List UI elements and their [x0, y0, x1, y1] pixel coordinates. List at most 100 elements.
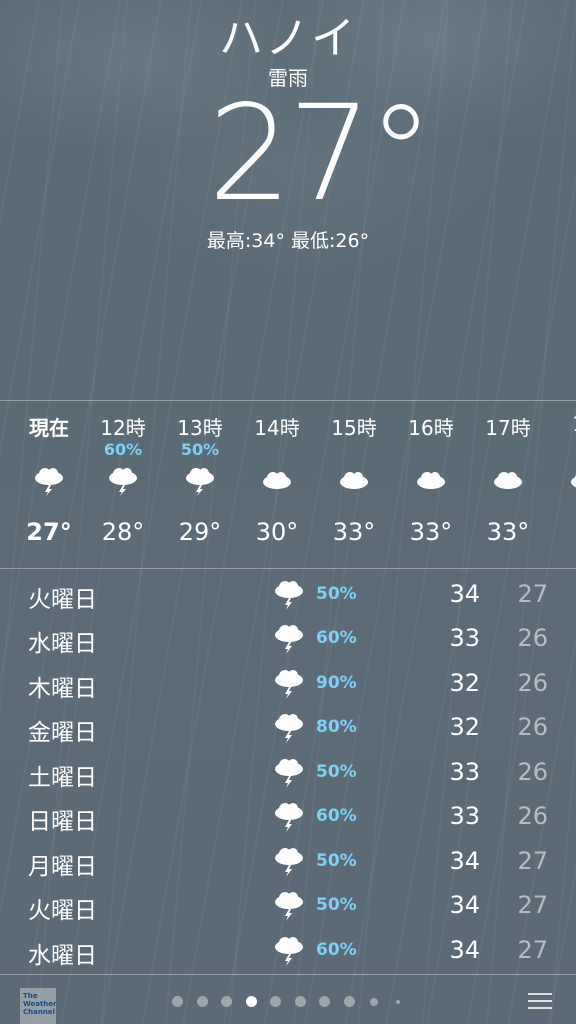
day-precipitation: 60% [316, 940, 357, 960]
page-dot[interactable] [270, 996, 281, 1007]
day-low: 27 [517, 891, 548, 919]
day-low: 27 [517, 580, 548, 608]
day-name: 日曜日 [28, 809, 97, 835]
page-dot[interactable] [221, 996, 232, 1007]
daily-row: 火曜日 50% 34 27 [0, 883, 576, 927]
day-low: 26 [517, 713, 548, 741]
daily-row: 木曜日 90% 32 26 [0, 661, 576, 705]
day-name: 水曜日 [28, 943, 97, 969]
page-dot[interactable] [197, 996, 208, 1007]
city-name: ハノイ [219, 13, 357, 64]
thunderstorm-icon [272, 667, 306, 703]
thunderstorm-icon [272, 845, 306, 881]
day-low: 26 [517, 758, 548, 786]
day-name: 水曜日 [28, 631, 97, 657]
hour-time: 現在 [29, 416, 69, 440]
hour-temperature: 28° [101, 518, 145, 546]
hourly-item: 16時 33° [392, 400, 470, 568]
hourly-item: 12時 60% 28° [84, 400, 162, 568]
hourly-item: 13時 50% 29° [161, 400, 239, 568]
hour-time: 13時 [177, 416, 223, 440]
day-name: 月曜日 [28, 854, 97, 880]
cloud-icon [260, 466, 294, 500]
daily-row: 月曜日 50% 34 27 [0, 839, 576, 883]
page-dot[interactable] [319, 996, 330, 1007]
day-high: 33 [449, 802, 480, 830]
page-dot[interactable] [344, 996, 355, 1007]
hour-temperature: 27° [26, 518, 72, 546]
divider [0, 974, 576, 975]
list-icon[interactable] [528, 992, 552, 1012]
day-high: 32 [449, 713, 480, 741]
hourly-item: 18 3 [546, 400, 576, 568]
day-low: 26 [517, 802, 548, 830]
day-precipitation: 50% [316, 895, 357, 915]
hour-temperature: 3 [546, 518, 576, 546]
cloud-icon [414, 466, 448, 500]
hour-temperature: 33° [332, 518, 376, 546]
day-high: 34 [449, 580, 480, 608]
cloud-icon [568, 466, 576, 500]
thunderstorm-icon [32, 466, 66, 500]
day-high: 34 [449, 847, 480, 875]
day-high: 34 [449, 891, 480, 919]
thunderstorm-icon [272, 800, 306, 836]
thunderstorm-icon [272, 622, 306, 658]
page-dot[interactable] [396, 1000, 400, 1004]
cloud-icon [337, 466, 371, 500]
thunderstorm-icon [272, 889, 306, 925]
thunderstorm-icon [272, 934, 306, 970]
day-high: 34 [449, 936, 480, 964]
hour-time: 14時 [254, 416, 300, 440]
daily-row: 土曜日 50% 33 26 [0, 750, 576, 794]
footer-toolbar: The Weather Channel [0, 976, 576, 1024]
day-low: 27 [517, 936, 548, 964]
day-high: 33 [449, 758, 480, 786]
day-precipitation: 50% [316, 584, 357, 604]
thunderstorm-icon [183, 466, 217, 500]
hourly-item: 15時 33° [315, 400, 393, 568]
hour-temperature: 33° [409, 518, 453, 546]
hour-temperature: 30° [255, 518, 299, 546]
hour-precipitation: 60% [103, 440, 143, 459]
hourly-forecast[interactable]: 現在 27° 12時 60% 28° 13時 50% 29° 14時 30° 1… [0, 400, 576, 568]
hour-precipitation: 50% [180, 440, 220, 459]
hour-time: 12時 [100, 416, 146, 440]
day-precipitation: 80% [316, 717, 357, 737]
thunderstorm-icon [272, 711, 306, 747]
hourly-item: 17時 33° [469, 400, 547, 568]
page-dot[interactable] [295, 996, 306, 1007]
page-dot[interactable] [370, 998, 378, 1006]
day-precipitation: 60% [316, 806, 357, 826]
day-name: 土曜日 [28, 765, 97, 791]
day-precipitation: 90% [316, 673, 357, 693]
thunderstorm-icon [272, 756, 306, 792]
day-low: 26 [517, 669, 548, 697]
hourly-item: 現在 27° [10, 400, 88, 568]
page-dot-active[interactable] [246, 996, 257, 1007]
day-low: 26 [517, 624, 548, 652]
hour-time: 17時 [485, 416, 531, 440]
day-low: 27 [517, 847, 548, 875]
day-precipitation: 50% [316, 762, 357, 782]
hourly-item: 14時 30° [238, 400, 316, 568]
hour-time: 18 [546, 412, 576, 436]
daily-row: 水曜日 60% 33 26 [0, 616, 576, 660]
day-high: 33 [449, 624, 480, 652]
page-dot[interactable] [172, 996, 183, 1007]
day-name: 火曜日 [28, 587, 97, 613]
hour-time: 15時 [331, 416, 377, 440]
daily-row: 日曜日 60% 33 26 [0, 794, 576, 838]
thunderstorm-icon [106, 466, 140, 500]
hour-time: 16時 [408, 416, 454, 440]
cloud-icon [491, 466, 525, 500]
high-low-temperature: 最高:34° 最低:26° [206, 230, 370, 252]
daily-row: 水曜日 60% 34 27 [0, 928, 576, 972]
day-name: 金曜日 [28, 720, 97, 746]
weather-channel-logo[interactable]: The Weather Channel [20, 988, 56, 1024]
day-precipitation: 60% [316, 628, 357, 648]
thunderstorm-icon [272, 578, 306, 614]
daily-row: 金曜日 80% 32 26 [0, 705, 576, 749]
daily-row: 火曜日 50% 34 27 [0, 572, 576, 616]
day-name: 木曜日 [28, 676, 97, 702]
